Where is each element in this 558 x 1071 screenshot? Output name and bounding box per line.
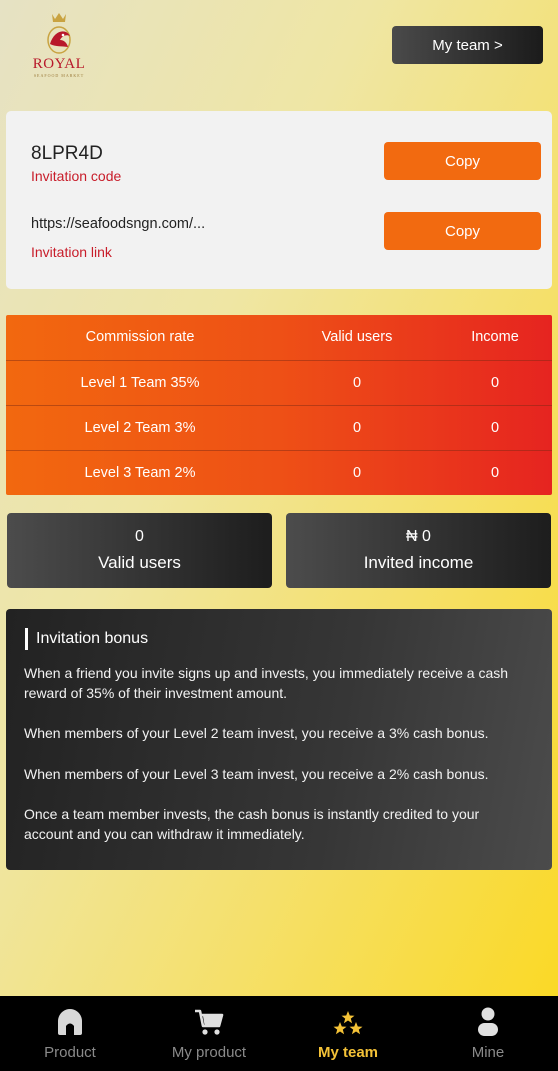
bottom-tab-bar: Product My product My team Mine	[0, 996, 558, 1071]
header-income: Income	[471, 329, 519, 345]
brand-logo: ROYAL SEAFOOD MARKET	[26, 10, 92, 80]
invitation-code-label: Invitation code	[31, 168, 122, 184]
bonus-paragraph: Once a team member invests, the cash bon…	[24, 806, 480, 842]
invited-income-stat: ₦ 0 Invited income	[286, 513, 551, 588]
valid-users-label: Valid users	[98, 553, 181, 572]
stars-icon	[333, 1011, 363, 1035]
invitation-link-label: Invitation link	[31, 244, 112, 260]
row-level-cell: Level 1 Team 35%	[80, 375, 200, 391]
my-team-button[interactable]: My team >	[392, 26, 543, 64]
invitation-link-value: https://seafoodsngn.com/...	[31, 216, 206, 232]
bonus-paragraph: When members of your Level 2 team invest…	[24, 725, 489, 741]
valid-users-value: 0	[135, 528, 144, 545]
user-icon	[478, 1007, 498, 1036]
home-icon	[58, 1009, 82, 1035]
tab-my-product[interactable]: My product	[139, 996, 279, 1071]
brand-name: ROYAL	[32, 56, 86, 72]
commission-table: Commission rate Valid users Income Level…	[6, 315, 552, 495]
table-row: Level 3 Team 2% 0 0	[6, 450, 552, 495]
row-income-cell: 0	[490, 375, 500, 391]
tab-mine[interactable]: Mine	[418, 996, 558, 1071]
invited-income-value: ₦ 0	[406, 528, 431, 545]
bonus-title: Invitation bonus	[36, 630, 149, 647]
row-valid-users-cell: 0	[352, 375, 362, 391]
header-commission-rate: Commission rate	[85, 329, 195, 345]
copy-code-button[interactable]: Copy	[384, 142, 541, 180]
tab-my-team[interactable]: My team	[278, 996, 418, 1071]
bonus-paragraph: When members of your Level 3 team invest…	[24, 766, 489, 782]
cart-icon	[195, 1009, 224, 1035]
tab-label: Product	[44, 1044, 96, 1061]
tab-label: My product	[171, 1044, 247, 1061]
invitation-code-value: 8LPR4D	[31, 143, 103, 164]
tab-label: My team	[317, 1044, 379, 1061]
valid-users-stat: 0 Valid users	[7, 513, 272, 588]
invitation-card: 8LPR4D Invitation code Copy https://seaf…	[6, 111, 552, 289]
table-row: Level 1 Team 35% 0 0	[6, 360, 552, 405]
crown-fish-emblem-icon	[47, 13, 71, 54]
title-accent-bar	[25, 628, 28, 650]
row-valid-users-cell: 0	[352, 465, 362, 481]
table-header-row: Commission rate Valid users Income	[6, 315, 552, 360]
row-income-cell: 0	[490, 465, 500, 481]
copy-link-button[interactable]: Copy	[384, 212, 541, 250]
row-income-cell: 0	[490, 420, 500, 436]
tab-label: Mine	[471, 1044, 505, 1061]
tab-product[interactable]: Product	[0, 996, 140, 1071]
header-valid-users: Valid users	[321, 329, 393, 345]
brand-tagline: SEAFOOD MARKET	[33, 73, 85, 78]
bonus-paragraph: When a friend you invite signs up and in…	[24, 665, 509, 701]
table-row: Level 2 Team 3% 0 0	[6, 405, 552, 450]
row-level-cell: Level 2 Team 3%	[84, 420, 196, 436]
invited-income-label: Invited income	[363, 553, 474, 572]
row-valid-users-cell: 0	[352, 420, 362, 436]
invitation-bonus-panel: Invitation bonus When a friend you invit…	[6, 609, 552, 870]
row-level-cell: Level 3 Team 2%	[84, 465, 196, 481]
